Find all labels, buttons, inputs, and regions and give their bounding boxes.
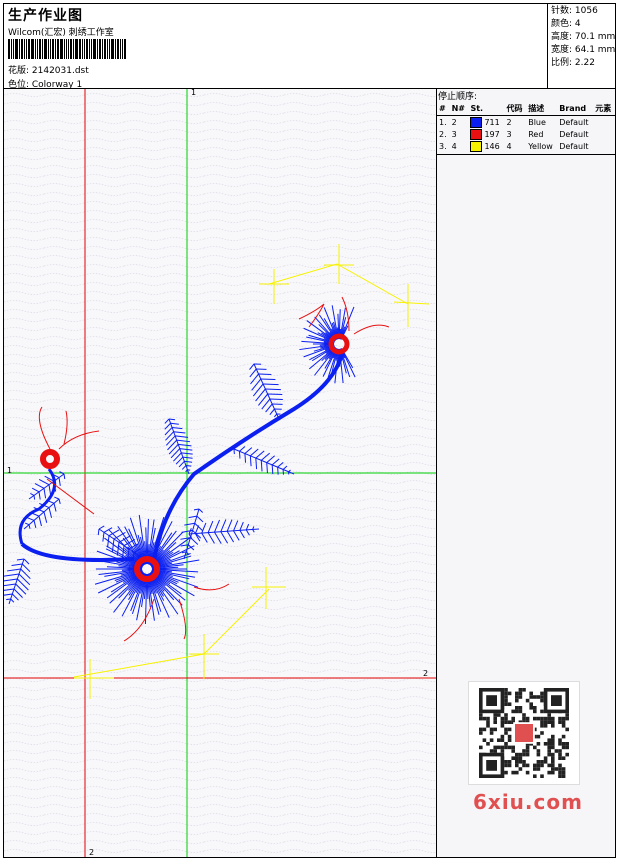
row-code: 4 <box>506 141 512 151</box>
embroidery-svg: 1 1 2 2 <box>4 89 436 857</box>
row-number: 4 <box>451 141 457 151</box>
table-row[interactable]: 1. 2 711 2 Blue Default <box>437 116 615 129</box>
row-stitches: 197 <box>484 129 500 139</box>
color-sequence-table: # N# St. 代码 描述 Brand 元素 1. 2 711 2 Blue … <box>437 102 615 152</box>
row-code: 3 <box>506 129 512 139</box>
row-index: 3. <box>439 141 447 151</box>
sheet-title: 生产作业图 <box>8 8 83 24</box>
col-index: # <box>437 102 450 116</box>
qr-code <box>468 681 580 785</box>
row-description: Yellow <box>528 141 553 151</box>
stat-height: 高度: 70.1 mm <box>551 32 616 42</box>
col-description: 描述 <box>526 102 558 116</box>
color-swatch-red <box>470 128 483 140</box>
row-stitches: 711 <box>484 117 500 127</box>
stat-width: 宽度: 64.1 mm <box>551 45 616 55</box>
row-number: 2 <box>451 117 457 127</box>
row-brand: Default <box>559 129 589 139</box>
pattern-name: 花版: 2142031.dst <box>8 66 89 76</box>
company-name: Wilcom(汇宏) 刺绣工作室 <box>8 28 114 38</box>
table-row[interactable]: 2. 3 197 3 Red Default <box>437 128 615 140</box>
row-index: 1. <box>439 117 447 127</box>
col-stitches: St. <box>468 102 505 116</box>
col-brand: Brand <box>557 102 594 116</box>
row-brand: Default <box>559 117 589 127</box>
col-code: 代码 <box>504 102 527 116</box>
col-number: N# <box>449 102 469 116</box>
row-stitches: 146 <box>484 141 500 151</box>
guide-label-right: 2 <box>423 669 428 678</box>
watermark-logo: 6xiu.com <box>473 790 583 814</box>
stop-sequence-title: 停止顺序: <box>438 92 478 102</box>
guide-label-top: 1 <box>191 89 196 97</box>
row-code: 2 <box>506 117 512 127</box>
col-element: 元素 <box>593 102 615 116</box>
embroidery-canvas[interactable]: 1 1 2 2 <box>4 89 436 857</box>
stats-panel: 针数: 1056 颜色: 4 高度: 70.1 mm 宽度: 64.1 mm 比… <box>547 3 616 88</box>
barcode <box>8 39 143 59</box>
header: 生产作业图 Wilcom(汇宏) 刺绣工作室 花版: 2142031.dst 色… <box>3 3 616 90</box>
guide-label-left: 1 <box>7 466 12 475</box>
table-divider <box>437 154 615 155</box>
table-header-row: # N# St. 代码 描述 Brand 元素 <box>437 102 615 116</box>
table-row[interactable]: 3. 4 146 4 Yellow Default <box>437 140 615 152</box>
qr-code-image <box>479 688 569 778</box>
production-sheet: 生产作业图 Wilcom(汇宏) 刺绣工作室 花版: 2142031.dst 色… <box>0 0 620 861</box>
row-index: 2. <box>439 129 447 139</box>
row-description: Blue <box>528 117 546 127</box>
row-brand: Default <box>559 141 589 151</box>
color-swatch-yellow <box>470 140 483 152</box>
guide-label-bottom: 2 <box>89 848 94 857</box>
stat-colors: 颜色: 4 <box>551 19 581 29</box>
row-number: 3 <box>451 129 457 139</box>
stat-stitches: 针数: 1056 <box>551 6 598 16</box>
color-swatch-blue <box>470 116 483 128</box>
row-description: Red <box>528 129 544 139</box>
stat-scale: 比例: 2.22 <box>551 58 595 68</box>
